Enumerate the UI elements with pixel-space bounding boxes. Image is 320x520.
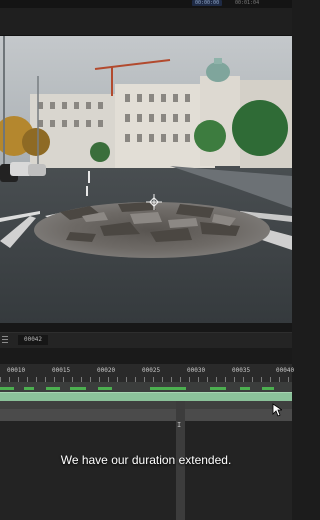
track-segment[interactable] — [70, 387, 86, 390]
track-segment[interactable] — [0, 387, 14, 390]
viewer-bottom-bar — [0, 323, 292, 332]
ruler-label: 00025 — [142, 367, 161, 374]
timecode-chip-right: 00:01:04 — [235, 0, 260, 6]
ruler-label: 00010 — [7, 367, 26, 374]
timeline-header-gap — [0, 348, 292, 364]
ruler-label: 00035 — [232, 367, 251, 374]
track-segment[interactable] — [46, 387, 60, 390]
clip-track[interactable] — [0, 401, 292, 409]
timecode-chip-left[interactable]: 00:00:00 — [192, 0, 223, 6]
timeline-ruler[interactable]: 00010 00015 00020 00025 00030 00035 0004… — [0, 364, 295, 382]
toolbar-strip — [0, 8, 292, 36]
subtitle-caption: We have our duration extended. — [60, 453, 232, 467]
top-bar: 00:00:00 00:01:04 — [0, 0, 292, 8]
track-segment[interactable] — [98, 387, 112, 390]
keyframe-track[interactable] — [0, 382, 292, 392]
current-timecode[interactable]: 00042 — [18, 335, 48, 345]
transport-bar: 00042 — [0, 332, 292, 349]
track-segment[interactable] — [24, 387, 34, 390]
ruler-label: 00040 — [276, 367, 295, 374]
track-segment[interactable] — [240, 387, 250, 390]
track-segment[interactable] — [262, 387, 274, 390]
clip-track-lower[interactable] — [0, 409, 292, 421]
timeline-empty-area[interactable] — [0, 421, 292, 520]
canvas-viewer[interactable] — [0, 36, 292, 323]
text-cursor-icon: I — [177, 421, 182, 429]
mouse-pointer-icon — [272, 403, 282, 417]
track-segment[interactable] — [150, 387, 186, 390]
ruler-label: 00020 — [97, 367, 116, 374]
ruler-label: 00015 — [52, 367, 71, 374]
track-segment[interactable] — [210, 387, 226, 390]
menu-icon[interactable] — [2, 336, 8, 344]
viewer-frame-image — [0, 36, 292, 323]
ruler-label: 00030 — [187, 367, 206, 374]
